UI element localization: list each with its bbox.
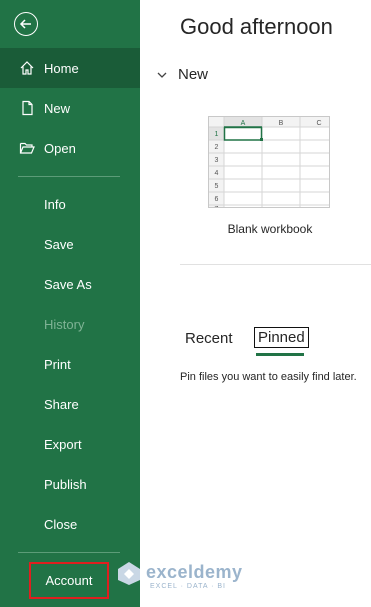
column-header: C [316, 120, 321, 127]
sidebar-item-label: Export [44, 436, 82, 452]
new-document-icon [18, 99, 36, 117]
exceldemy-logo-icon [118, 562, 140, 585]
row-header: 5 [215, 183, 219, 190]
watermark-name: exceldemy [146, 562, 243, 582]
row-header: 3 [215, 157, 219, 164]
column-header: B [279, 120, 284, 127]
back-button[interactable] [14, 12, 38, 36]
sidebar-item-label: History [44, 316, 85, 332]
sidebar-item-open[interactable]: Open [0, 128, 140, 168]
watermark-tagline: EXCEL · DATA · BI [150, 583, 226, 590]
arrow-left-icon [19, 19, 31, 29]
sidebar-item-label: Publish [44, 476, 87, 492]
sidebar-item-label: Account [45, 573, 93, 588]
row-header: 4 [215, 170, 219, 177]
page-title: Good afternoon [180, 14, 333, 39]
sidebar-item-label: Open [44, 140, 76, 156]
sidebar-item-label: Save [44, 236, 74, 252]
tab-recent[interactable]: Recent [185, 330, 233, 347]
blank-workbook-thumbnail[interactable]: A B C 1 2 3 4 5 6 7 [208, 116, 330, 208]
sidebar-item-label: Info [44, 196, 66, 212]
home-icon [18, 59, 36, 77]
chevron-down-icon [157, 72, 167, 78]
sidebar-item-export[interactable]: Export [0, 424, 140, 464]
sidebar-divider [18, 552, 120, 553]
sidebar-item-label: Print [44, 356, 71, 372]
sidebar-item-label: New [44, 100, 71, 116]
sidebar-item-publish[interactable]: Publish [0, 464, 140, 504]
row-header: 6 [215, 196, 219, 203]
sidebar-item-info[interactable]: Info [0, 184, 140, 224]
new-section-header[interactable]: New [156, 66, 208, 83]
spreadsheet-grid-icon: A B C 1 2 3 4 5 6 7 [209, 117, 329, 208]
row-header: 2 [215, 144, 219, 151]
pinned-empty-message: Pin files you want to easily find later. [180, 371, 357, 383]
sidebar-item-label: Save As [44, 276, 92, 292]
sidebar-item-save[interactable]: Save [0, 224, 140, 264]
sidebar-item-close[interactable]: Close [0, 504, 140, 544]
sidebar-item-home[interactable]: Home [0, 48, 140, 88]
sidebar-item-history: History [0, 304, 140, 344]
active-tab-indicator [256, 353, 304, 356]
backstage-main: Good afternoon New A B C 1 2 3 4 5 6 Bla… [140, 0, 371, 607]
folder-open-icon [18, 139, 36, 157]
sidebar-item-print[interactable]: Print [0, 344, 140, 384]
tab-pinned[interactable]: Pinned [254, 327, 309, 348]
sidebar-divider [18, 176, 120, 177]
section-divider [180, 264, 371, 265]
column-header: A [241, 120, 246, 127]
new-section-title: New [178, 66, 209, 83]
row-header: 7 [215, 206, 219, 208]
row-header: 1 [215, 131, 219, 138]
sidebar-item-save-as[interactable]: Save As [0, 264, 140, 304]
blank-workbook-label[interactable]: Blank workbook [200, 222, 340, 236]
backstage-sidebar: Home New Open Info Save Save As History … [0, 0, 140, 607]
sidebar-item-label: Home [44, 60, 79, 76]
sidebar-item-label: Close [44, 516, 78, 532]
sidebar-item-share[interactable]: Share [0, 384, 140, 424]
sidebar-item-new[interactable]: New [0, 88, 140, 128]
sidebar-item-label: Share [44, 396, 79, 412]
sidebar-item-account[interactable]: Account [29, 562, 109, 599]
